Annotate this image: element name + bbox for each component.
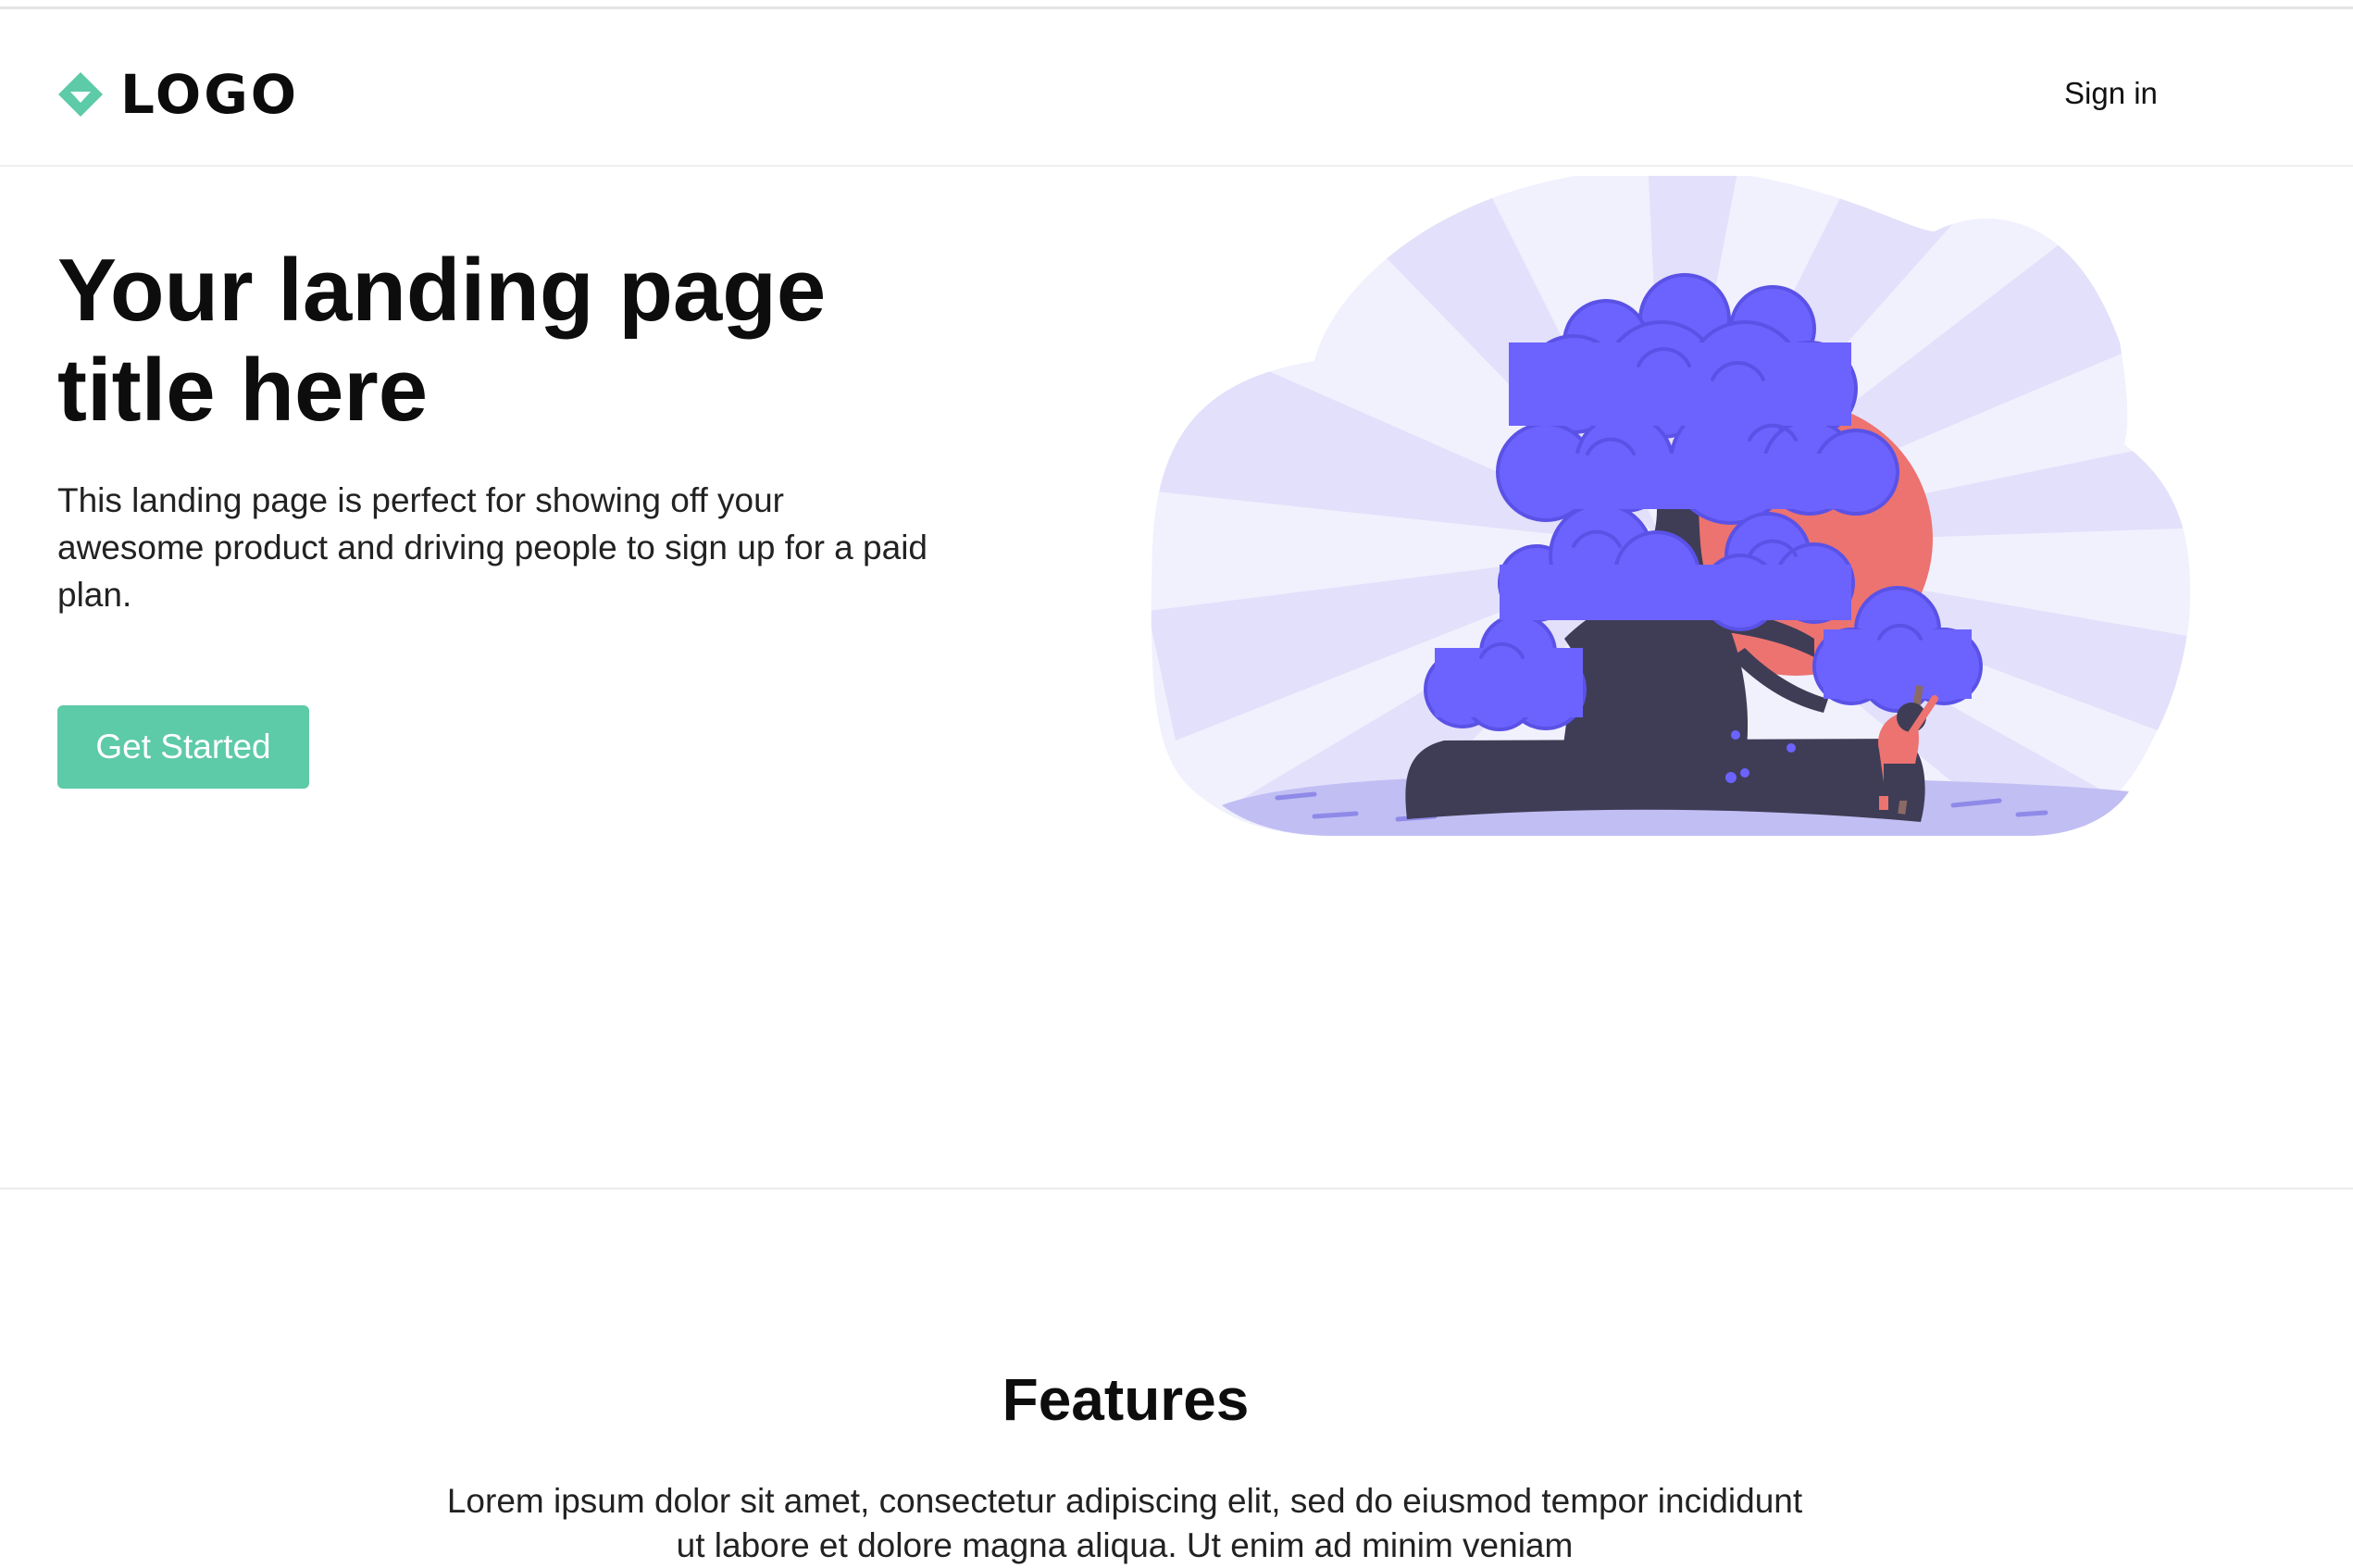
diamond-logo-icon (58, 72, 103, 117)
hero-illustration (1151, 176, 2191, 836)
sign-in-link[interactable]: Sign in (2064, 76, 2158, 111)
logo[interactable]: LOGO (57, 63, 299, 126)
logo-text: LOGO (120, 63, 300, 126)
features-description: Lorem ipsum dolor sit amet, consectetur … (446, 1482, 1803, 1564)
browser-top-border (0, 0, 2353, 9)
get-started-button[interactable]: Get Started (57, 705, 309, 789)
site-header: LOGO Sign in (0, 9, 2353, 167)
hero-title: Your landing page title here (57, 241, 827, 440)
features-title: Features (1002, 1366, 1250, 1433)
hero-description: This landing page is perfect for showing… (57, 481, 928, 614)
